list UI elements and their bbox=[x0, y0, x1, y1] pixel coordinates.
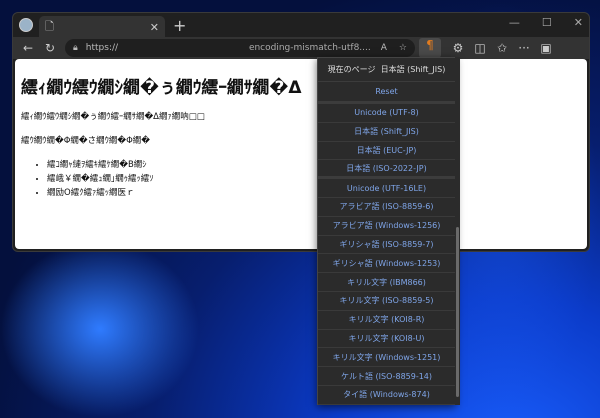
encoding-option[interactable]: キリル文字 (KOI8-R) bbox=[318, 311, 455, 330]
encoding-option[interactable]: ケルト語 (ISO-8859-14) bbox=[318, 367, 455, 386]
close-tab-icon[interactable]: ✕ bbox=[150, 21, 159, 34]
encoding-option[interactable]: 日本語 (ISO-2022-JP) bbox=[318, 160, 455, 180]
encoding-option[interactable]: 日本語 (Shift_JIS) bbox=[318, 123, 455, 142]
encoding-option[interactable]: キリル文字 (KOI8-U) bbox=[318, 330, 455, 349]
maximize-button[interactable]: ☐ bbox=[542, 16, 552, 29]
encoding-option[interactable]: ギリシャ語 (Windows-1253) bbox=[318, 254, 455, 274]
wallpaper-bloom bbox=[0, 240, 200, 418]
current-value: 日本語 (Shift_JIS) bbox=[380, 65, 446, 74]
encoding-option[interactable]: キリル文字 (Windows-1251) bbox=[318, 348, 455, 368]
more-menu-icon[interactable]: ··· bbox=[513, 41, 535, 55]
encoding-option[interactable]: タイ語 (Windows-874) bbox=[318, 386, 455, 405]
encoding-option[interactable]: アラビア語 (ISO-8859-6) bbox=[318, 198, 455, 217]
refresh-button[interactable]: ↻ bbox=[39, 41, 61, 55]
encoding-option[interactable]: Unicode (UTF-8) bbox=[318, 104, 455, 123]
browser-window: 🗋 ✕ + — ☐ ✕ ← ↻ 🔒︎ https:// encoding-mis… bbox=[12, 12, 590, 252]
list-item: 繧峨￥繝�繧ｭ繝｣繝ｩ繧ｯ繧ｿ bbox=[47, 172, 581, 186]
back-button[interactable]: ← bbox=[17, 41, 39, 55]
list-item: 繧ｺ繝ｬ縺ｦ繧ｷ繧ｹ繝�Β繝ｼ bbox=[47, 158, 581, 172]
encoding-option[interactable]: キリル文字 (IBM866) bbox=[318, 273, 455, 292]
address-bar[interactable]: 🔒︎ https:// encoding-mismatch-utf8.... A… bbox=[65, 39, 415, 57]
encoding-option[interactable]: Unicode (UTF-16LE) bbox=[318, 179, 455, 198]
split-screen-icon[interactable]: ◫ bbox=[469, 41, 491, 55]
menu-scrollbar[interactable] bbox=[455, 57, 460, 405]
profile-avatar[interactable] bbox=[19, 18, 33, 32]
extensions-icon[interactable]: ⚙ bbox=[447, 41, 469, 55]
new-tab-button[interactable]: + bbox=[173, 16, 186, 35]
favorites-icon[interactable]: ✩ bbox=[491, 41, 513, 55]
encoding-option[interactable]: 日本語 (EUC-JP) bbox=[318, 142, 455, 161]
bullet-list: 繧ｺ繝ｬ縺ｦ繧ｷ繧ｹ繝�Β繝ｼ 繧峨￥繝�繧ｭ繝｣繝ｩ繧ｯ繧ｿ 繝励Ο繧ｸ繧ｧ繧… bbox=[47, 158, 581, 200]
reset-button[interactable]: Reset bbox=[318, 82, 455, 104]
encoding-button[interactable]: ¶ bbox=[419, 38, 441, 58]
paragraph: 繧ｳ繝ｳ繝�Φ繝�さ繝ｳ繝�Φ繝� bbox=[21, 136, 150, 146]
page-content: 繧ｨ繝ｳ繧ｳ繝ｼ繝�ぅ繝ｳ繧ｰ繝ｻ繝�Δ 繧ｨ繝ｳ繧ｳ繝ｼ繝�ぅ繝ｳ繧ｰ繝ｻ繝�… bbox=[15, 59, 587, 249]
paragraph: 繧ｨ繝ｳ繧ｳ繝ｼ繝�ぅ繝ｳ繧ｰ繝ｻ繝�Δ繝ｧ繝吶□□ bbox=[21, 112, 205, 122]
encoding-option[interactable]: ギリシャ語 (ISO-8859-7) bbox=[318, 236, 455, 255]
url-host: encoding-mismatch-utf8.... bbox=[248, 43, 371, 53]
page-heading: 繧ｨ繝ｳ繧ｳ繝ｼ繝�ぅ繝ｳ繧ｰ繝ｻ繝�Δ bbox=[21, 78, 302, 98]
encoding-option[interactable]: アラビア語 (Windows-1256) bbox=[318, 217, 455, 236]
tab-bar: 🗋 ✕ + — ☐ ✕ bbox=[13, 13, 589, 38]
toolbar: ← ↻ 🔒︎ https:// encoding-mismatch-utf8..… bbox=[13, 37, 589, 59]
lock-icon: 🔒︎ bbox=[73, 43, 78, 53]
list-item: 繝励Ο繧ｸ繧ｧ繧ｯ繝医ｒ bbox=[47, 186, 581, 200]
page-icon: 🗋 bbox=[45, 19, 54, 33]
current-encoding: 現在のページ 日本語 (Shift_JIS) bbox=[318, 58, 455, 82]
url-scheme: https:// bbox=[85, 43, 119, 53]
sidebar-icon[interactable]: ▣ bbox=[535, 41, 557, 55]
minimize-button[interactable]: — bbox=[509, 16, 520, 29]
scrollbar-thumb[interactable] bbox=[456, 227, 459, 397]
encoding-menu: 現在のページ 日本語 (Shift_JIS) Reset Unicode (UT… bbox=[317, 57, 456, 405]
current-label: 現在のページ bbox=[327, 65, 376, 74]
encoding-option[interactable]: キリル文字 (ISO-8859-5) bbox=[318, 292, 455, 311]
close-window-button[interactable]: ✕ bbox=[574, 16, 583, 29]
tab-active[interactable]: 🗋 ✕ bbox=[39, 16, 165, 38]
favorite-star-icon[interactable]: ☆ bbox=[399, 43, 407, 53]
read-aloud-icon[interactable]: A bbox=[381, 43, 387, 53]
